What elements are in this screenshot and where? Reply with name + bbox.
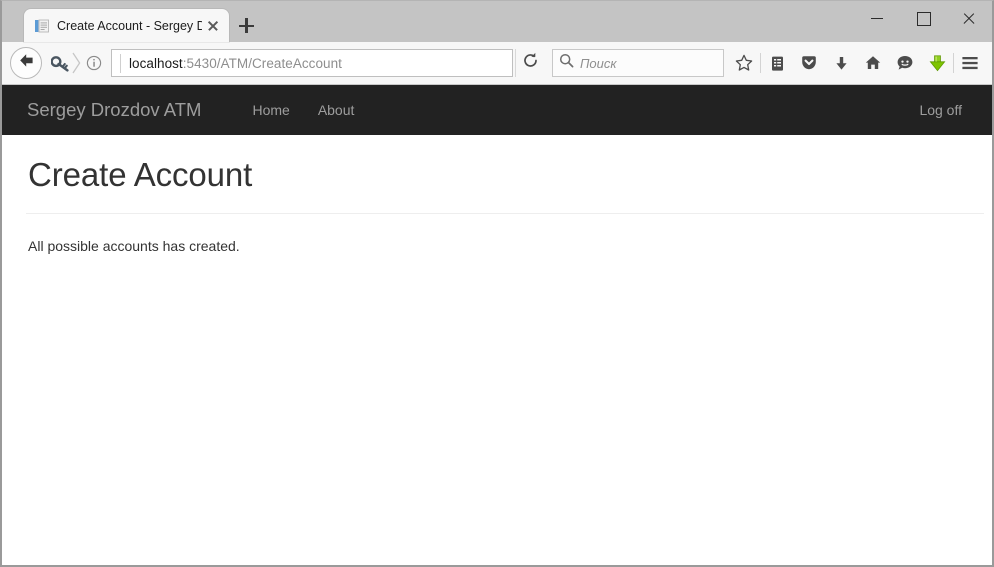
reload-icon [522,52,539,74]
library-icon[interactable] [761,48,793,78]
url-host: localhost [129,55,183,71]
key-icon[interactable] [48,52,72,74]
pocket-icon[interactable] [793,48,825,78]
identity-box[interactable] [46,49,105,77]
browser-toolbar: localhost:5430/ATM/CreateAccount Поиск [2,42,992,85]
page-title: Create Account [28,156,253,193]
nav-link-about[interactable]: About [304,102,369,118]
site-navbar: Sergey Drozdov ATM Home About Log off [2,85,992,135]
page-container: Create Account All possible accounts has… [2,156,992,254]
browser-tab[interactable]: Create Account - Sergey D... [24,9,229,42]
tab-bar: Create Account - Sergey D... [2,1,992,42]
web-page-viewport: Sergey Drozdov ATM Home About Log off Cr… [2,85,992,565]
close-icon[interactable] [204,17,222,35]
search-input[interactable]: Поиск [552,49,724,77]
chat-icon[interactable] [889,48,921,78]
home-icon[interactable] [857,48,889,78]
hamburger-menu-icon[interactable] [954,48,986,78]
toolbar-icon-group [728,48,986,78]
title-divider [26,213,984,214]
url-separator [120,53,121,73]
nav-link-home[interactable]: Home [238,102,303,118]
bookmark-star-icon[interactable] [728,48,760,78]
url-path: :5430/ATM/CreateAccount [182,55,342,71]
address-bar[interactable]: localhost:5430/ATM/CreateAccount [111,49,513,77]
site-brand[interactable]: Sergey Drozdov ATM [18,99,210,121]
nav-link-log-off[interactable]: Log off [905,102,976,118]
window-controls [854,1,992,35]
tab-title: Create Account - Sergey D... [57,18,202,33]
info-circle-icon[interactable] [83,52,105,74]
chevron-right-icon [72,52,83,74]
maximize-button[interactable] [900,1,946,35]
status-message: All possible accounts has created. [28,238,240,254]
search-placeholder: Поиск [580,55,617,71]
close-window-button[interactable] [946,1,992,35]
browser-window: Create Account - Sergey D... localhost:5… [0,0,994,567]
new-tab-button[interactable] [229,9,263,42]
downloads-icon[interactable] [825,48,857,78]
reload-button[interactable] [515,49,545,77]
search-icon [559,53,574,73]
minimize-button[interactable] [854,1,900,35]
back-button[interactable] [10,47,42,79]
back-arrow-icon [18,53,35,73]
document-icon [34,18,50,34]
url-text: localhost:5430/ATM/CreateAccount [129,56,342,71]
downthemall-icon[interactable] [921,48,953,78]
